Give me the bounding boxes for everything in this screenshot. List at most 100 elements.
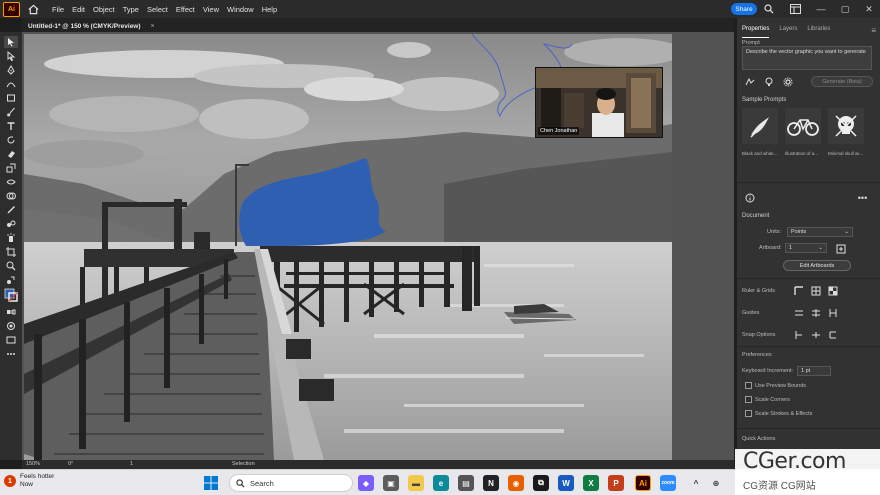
menu-view[interactable]: View <box>203 5 219 14</box>
artboard-tool-icon[interactable] <box>4 246 18 258</box>
zoom-tool-icon[interactable] <box>4 260 18 272</box>
use-preview-bounds-checkbox[interactable] <box>745 382 752 389</box>
firefox-icon[interactable]: ◉ <box>508 475 524 491</box>
document-tab-title: Untitled-1* @ 150 % (CMYK/Preview) <box>28 22 141 30</box>
weather-widget[interactable]: 1 Feels hotter Now <box>4 473 54 489</box>
blend-tool-icon[interactable] <box>4 218 18 230</box>
tab-properties[interactable]: Properties <box>742 26 770 38</box>
rectangle-tool-icon[interactable] <box>4 92 18 104</box>
screen-mode-icon[interactable] <box>4 334 18 346</box>
rotation-value[interactable]: 0° <box>68 461 73 467</box>
powerpoint-icon[interactable]: P <box>608 475 624 491</box>
curvature-tool-icon[interactable] <box>4 78 18 90</box>
generate-button[interactable]: Generate (Beta) <box>811 76 873 87</box>
keyboard-increment-input[interactable]: 1 pt <box>797 366 831 376</box>
capcut-icon[interactable]: ⧉ <box>533 475 549 491</box>
snap-to-point-icon[interactable] <box>793 329 804 340</box>
sample-prompts-title: Sample Prompts <box>742 97 787 103</box>
paintbrush-tool-icon[interactable] <box>4 106 18 118</box>
info-icon[interactable] <box>744 192 755 203</box>
eyedropper-tool-icon[interactable] <box>4 204 18 216</box>
tab-libraries[interactable]: Libraries <box>807 26 830 38</box>
edge-icon[interactable]: e <box>433 475 449 491</box>
menu-help[interactable]: Help <box>262 5 277 14</box>
edit-artboards-button[interactable]: Edit Artboards <box>783 260 851 271</box>
subject-icon[interactable] <box>744 76 755 87</box>
rotate-tool-icon[interactable] <box>4 134 18 146</box>
scale-corners-checkbox[interactable] <box>745 396 752 403</box>
word-icon[interactable]: W <box>558 475 574 491</box>
panel-divider <box>737 182 880 183</box>
snap-to-pixel-icon[interactable] <box>827 329 838 340</box>
smart-guides-icon[interactable] <box>827 307 838 318</box>
menu-type[interactable]: Type <box>123 5 139 14</box>
swap-colors-icon[interactable] <box>4 274 18 286</box>
menu-object[interactable]: Object <box>93 5 115 14</box>
menu-bar: Ai File Edit Object Type Select Effect V… <box>0 0 880 18</box>
ruler-icon[interactable] <box>793 285 804 296</box>
windows-start-icon[interactable] <box>203 475 219 491</box>
task-view-icon[interactable]: ▣ <box>383 475 399 491</box>
taskbar-search-input[interactable]: Search <box>229 474 353 492</box>
illustrator-taskbar-icon[interactable]: Ai <box>635 475 651 491</box>
gear-icon[interactable] <box>782 76 793 87</box>
prompt-input[interactable]: Describe the vector graphic you want to … <box>742 46 872 70</box>
more-options-icon[interactable]: ••• <box>857 192 868 203</box>
zoom-app-icon[interactable]: zoom <box>660 475 676 491</box>
pen-tool-icon[interactable] <box>4 64 18 76</box>
canvas[interactable]: Chen Jonathan <box>22 32 734 460</box>
type-tool-icon[interactable] <box>4 120 18 132</box>
close-window-icon[interactable]: ✕ <box>862 2 876 16</box>
artboard-navigator[interactable]: 1 <box>130 461 133 467</box>
draw-mode-icon[interactable] <box>4 320 18 332</box>
sample-prompt-bicycle[interactable] <box>785 108 821 144</box>
artboard-dropdown[interactable]: 1 ⌄ <box>785 243 827 253</box>
snap-to-glyph-icon[interactable] <box>810 329 821 340</box>
scale-strokes-effects-checkbox[interactable] <box>745 410 752 417</box>
document-tab[interactable]: Untitled-1* @ 150 % (CMYK/Preview) × <box>28 20 155 32</box>
menu-effect[interactable]: Effect <box>176 5 195 14</box>
copilot-icon[interactable]: ◆ <box>358 475 374 491</box>
transparency-grid-icon[interactable] <box>827 285 838 296</box>
eraser-tool-icon[interactable] <box>4 148 18 160</box>
shape-builder-tool-icon[interactable] <box>4 190 18 202</box>
guides-icon[interactable] <box>793 307 804 318</box>
minimize-icon[interactable]: — <box>814 2 828 16</box>
notion-icon[interactable]: N <box>483 475 499 491</box>
excel-icon[interactable]: X <box>583 475 599 491</box>
file-explorer-icon[interactable]: ▬ <box>408 475 424 491</box>
color-mode-icon[interactable] <box>4 306 18 318</box>
keyboard-increment-label: Keyboard Increment: <box>742 368 794 374</box>
lock-guides-icon[interactable] <box>810 307 821 318</box>
fill-stroke-swatch[interactable] <box>4 288 18 302</box>
lightbulb-icon[interactable] <box>763 76 774 87</box>
zoom-level[interactable]: 150% <box>26 461 40 467</box>
direct-selection-tool-icon[interactable] <box>4 50 18 62</box>
store-icon[interactable]: ▤ <box>458 475 474 491</box>
maximize-icon[interactable]: ▢ <box>838 2 852 16</box>
panel-menu-icon[interactable]: ≡ <box>871 26 876 35</box>
width-tool-icon[interactable] <box>4 176 18 188</box>
symbol-sprayer-tool-icon[interactable] <box>4 232 18 244</box>
current-tool-status: Selection <box>232 461 255 467</box>
more-tools-icon[interactable] <box>4 348 18 360</box>
menu-select[interactable]: Select <box>147 5 168 14</box>
search-icon[interactable] <box>763 3 775 15</box>
menu-edit[interactable]: Edit <box>72 5 85 14</box>
menu-window[interactable]: Window <box>227 5 254 14</box>
tray-app-icon[interactable]: ⊕ <box>708 475 724 491</box>
close-tab-icon[interactable]: × <box>151 23 155 30</box>
tab-layers[interactable]: Layers <box>779 26 797 38</box>
share-button[interactable]: Share <box>731 3 757 15</box>
menu-file[interactable]: File <box>52 5 64 14</box>
units-dropdown[interactable]: Points ⌄ <box>787 227 853 237</box>
artboard-options-icon[interactable] <box>835 243 846 254</box>
sample-prompt-skull[interactable] <box>828 108 864 144</box>
scale-tool-icon[interactable] <box>4 162 18 174</box>
selection-tool-icon[interactable] <box>4 36 18 48</box>
tray-chevron-icon[interactable]: ^ <box>688 475 704 491</box>
grid-icon[interactable] <box>810 285 821 296</box>
home-icon[interactable] <box>26 2 40 16</box>
sample-prompt-bird[interactable] <box>742 108 778 144</box>
workspace-switcher-icon[interactable] <box>789 3 801 15</box>
